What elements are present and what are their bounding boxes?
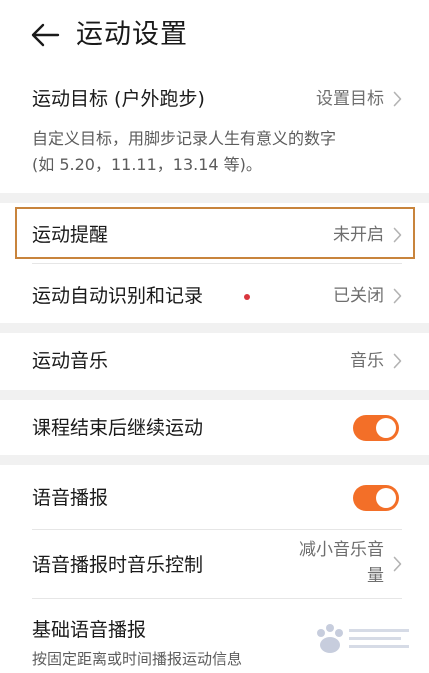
continue-after-course-row: 课程结束后继续运动 (0, 400, 429, 455)
goal-description-line1: 自定义目标，用脚步记录人生有意义的数字 (32, 129, 337, 148)
voice-music-control-label: 语音播报时音乐控制 (32, 554, 204, 576)
auto-detect-label: 运动自动识别和记录 (32, 285, 204, 307)
reminder-value: 未开启 (333, 225, 384, 245)
chevron-right-icon (393, 353, 402, 369)
music-label: 运动音乐 (32, 350, 109, 372)
music-card: 运动音乐 音乐 (0, 333, 429, 390)
voice-music-control-value-line2: 量 (367, 566, 384, 586)
voice-music-control-row[interactable]: 语音播报时音乐控制 减小音乐音 量 (0, 530, 429, 598)
reminder-card: 运动提醒 未开启 运动自动识别和记录 已关闭 (0, 203, 429, 323)
goal-value: 设置目标 (316, 89, 384, 109)
watermark-logo (317, 624, 409, 653)
voice-music-control-value-line1: 减小音乐音 (299, 540, 384, 560)
chevron-right-icon (393, 556, 402, 572)
back-arrow-icon[interactable] (30, 22, 60, 48)
voice-broadcast-toggle[interactable] (353, 485, 399, 511)
chevron-right-icon (393, 227, 402, 243)
app-header: 运动设置 (0, 0, 429, 70)
voice-broadcast-label: 语音播报 (32, 487, 109, 509)
basic-voice-description: 按固定距离或时间播报运动信息 (32, 650, 243, 668)
goal-label: 运动目标 (户外跑步) (32, 88, 205, 110)
page-title: 运动设置 (76, 19, 188, 50)
auto-detect-row[interactable]: 运动自动识别和记录 已关闭 (0, 264, 429, 323)
chevron-right-icon (393, 91, 402, 107)
toggle-knob (376, 488, 396, 508)
chevron-right-icon (393, 288, 402, 304)
reminder-row[interactable]: 运动提醒 未开启 (0, 203, 429, 263)
goal-row[interactable]: 运动目标 (户外跑步) 设置目标 自定义目标，用脚步记录人生有意义的数字 (如 … (0, 70, 429, 193)
goal-description-line2: (如 5.20，11.11，13.14 等)。 (32, 155, 262, 174)
reminder-label: 运动提醒 (32, 224, 109, 246)
music-row[interactable]: 运动音乐 音乐 (0, 333, 429, 390)
voice-broadcast-row: 语音播报 (0, 465, 429, 529)
goal-card: 运动目标 (户外跑步) 设置目标 自定义目标，用脚步记录人生有意义的数字 (如 … (0, 70, 429, 193)
continue-after-course-label: 课程结束后继续运动 (32, 417, 204, 439)
basic-voice-label: 基础语音播报 (32, 619, 147, 641)
continue-after-course-toggle[interactable] (353, 415, 399, 441)
toggle-knob (376, 418, 396, 438)
new-badge-dot (244, 294, 250, 300)
auto-detect-value: 已关闭 (333, 286, 384, 306)
music-value: 音乐 (350, 351, 384, 371)
continue-card: 课程结束后继续运动 (0, 400, 429, 455)
